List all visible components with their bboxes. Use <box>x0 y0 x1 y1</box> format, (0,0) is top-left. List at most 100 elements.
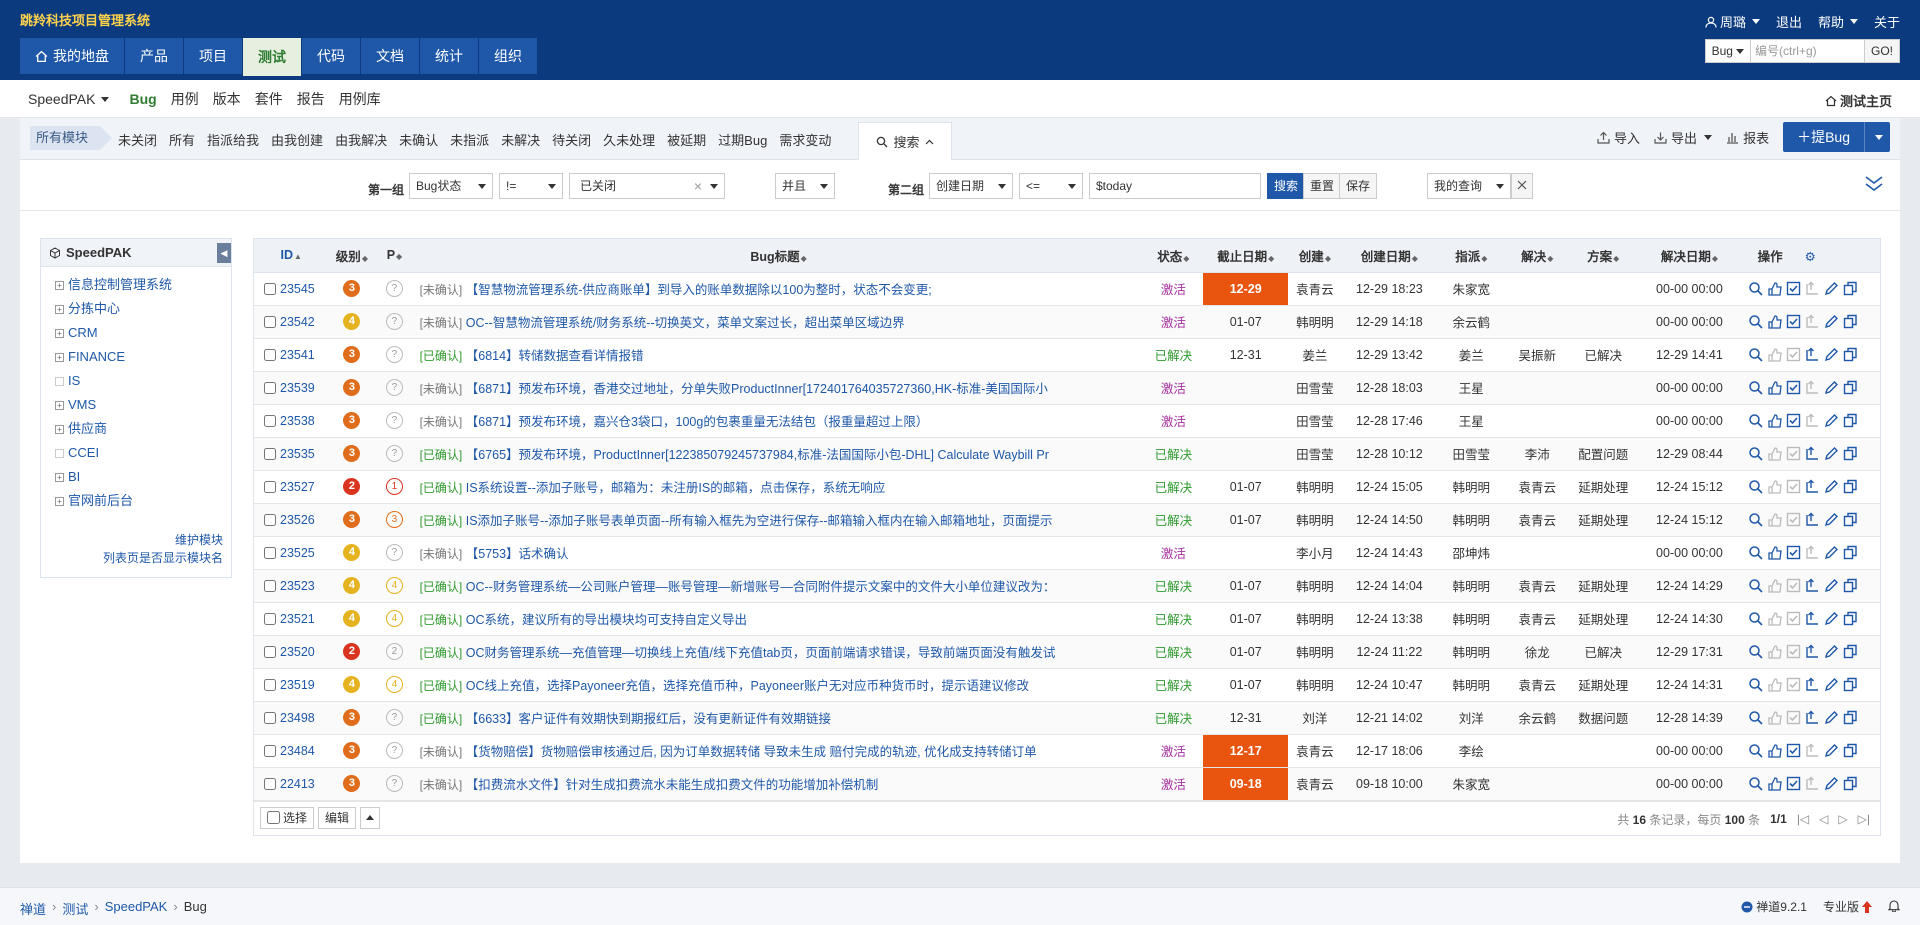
table-row[interactable]: 23520 2 2 [已确认] OC财务管理系统—充值管理—切换线上充值/线下充值ta… <box>254 635 1880 669</box>
reset-button[interactable]: 重置 <box>1303 173 1342 199</box>
row-checkbox[interactable] <box>264 382 276 395</box>
tree-item[interactable]: + BI <box>41 465 231 489</box>
filter-tab-5[interactable]: 未确认 <box>399 130 438 149</box>
breadcrumb-item[interactable]: SpeedPAK <box>105 899 168 918</box>
nav-tab-3[interactable]: 测试 <box>243 38 301 76</box>
copy-button[interactable] <box>1843 545 1858 560</box>
column-header-0[interactable]: ID▲ <box>254 239 329 273</box>
bug-id-link[interactable]: 23535 <box>280 447 315 461</box>
close-bug-button[interactable] <box>1805 281 1820 296</box>
edit-button[interactable] <box>1824 611 1839 626</box>
edit-button[interactable] <box>1824 446 1839 461</box>
search-button[interactable] <box>1748 380 1763 395</box>
search-button[interactable] <box>1748 545 1763 560</box>
pager-per[interactable]: 100 <box>1725 813 1745 827</box>
group1-field-select[interactable]: Bug状态 <box>409 173 493 199</box>
first-page-button[interactable]: |◁ <box>1797 812 1809 826</box>
expand-icon[interactable]: + <box>55 304 64 314</box>
search-button[interactable] <box>1748 578 1763 593</box>
expand-icon[interactable]: + <box>55 472 64 482</box>
bug-id-link[interactable]: 23527 <box>280 480 315 494</box>
row-checkbox[interactable] <box>264 712 276 725</box>
bug-id-link[interactable]: 23521 <box>280 612 315 626</box>
nav-tab-0[interactable]: 我的地盘 <box>20 38 124 74</box>
copy-button[interactable] <box>1843 446 1858 461</box>
resolve-button[interactable] <box>1786 578 1801 593</box>
nav-tab-2[interactable]: 项目 <box>184 38 242 74</box>
copy-button[interactable] <box>1843 611 1858 626</box>
table-row[interactable]: 23545 3? [未确认] 【智慧物流管理系统-供应商账单】到导入的账单数据除以1… <box>254 272 1880 306</box>
row-checkbox[interactable] <box>264 283 276 296</box>
export-button[interactable]: 导出 <box>1654 128 1713 147</box>
tree-item[interactable]: IS <box>41 369 231 393</box>
row-checkbox[interactable] <box>264 349 276 362</box>
bug-title-link[interactable]: OC线上充值，选择Payoneer充值，选择充值币种，Payoneer账户无对应… <box>466 679 1029 693</box>
confirm-button[interactable] <box>1767 776 1782 791</box>
resolve-button[interactable] <box>1786 743 1801 758</box>
confirm-button[interactable] <box>1767 677 1782 692</box>
edition-link[interactable]: 专业版 <box>1823 898 1872 915</box>
brand-name[interactable]: 跳羚科技项目管理系统 <box>20 10 150 29</box>
copy-button[interactable] <box>1843 380 1858 395</box>
notification-button[interactable] <box>1887 899 1901 915</box>
filter-tab-0[interactable]: 未关闭 <box>118 130 157 149</box>
select-all-checkbox[interactable] <box>267 811 280 824</box>
column-header-11[interactable]: 解决日期◆ <box>1637 239 1742 273</box>
test-home-link[interactable]: 测试主页 <box>1825 91 1892 110</box>
confirm-button[interactable] <box>1767 314 1782 329</box>
filter-tab-12[interactable]: 需求变动 <box>779 130 831 149</box>
bug-id-link[interactable]: 23541 <box>280 348 315 362</box>
assigned-cell[interactable]: 韩明明 <box>1437 668 1506 702</box>
bug-id-link[interactable]: 23498 <box>280 711 315 725</box>
copy-button[interactable] <box>1843 710 1858 725</box>
resolve-button[interactable] <box>1786 380 1801 395</box>
confirm-button[interactable] <box>1767 479 1782 494</box>
resolve-button[interactable] <box>1786 446 1801 461</box>
go-button[interactable]: GO! <box>1864 39 1900 63</box>
close-bug-button[interactable] <box>1805 710 1820 725</box>
edit-button[interactable] <box>1824 677 1839 692</box>
column-header-5[interactable]: 截止日期◆ <box>1203 239 1289 273</box>
filter-tab-10[interactable]: 被延期 <box>667 130 706 149</box>
search-button[interactable] <box>1748 347 1763 362</box>
edit-button[interactable] <box>1824 512 1839 527</box>
resolve-button[interactable] <box>1786 611 1801 626</box>
tree-item[interactable]: + 信息控制管理系统 <box>41 273 231 297</box>
column-header-2[interactable]: P◆ <box>375 239 414 273</box>
assigned-cell[interactable]: 韩明明 <box>1437 470 1506 504</box>
close-bug-button[interactable] <box>1805 611 1820 626</box>
resolve-button[interactable] <box>1786 710 1801 725</box>
column-header-7[interactable]: 创建日期◆ <box>1341 239 1438 273</box>
close-query-button[interactable] <box>1511 173 1533 199</box>
copy-button[interactable] <box>1843 347 1858 362</box>
row-checkbox[interactable] <box>264 613 276 626</box>
filter-tab-11[interactable]: 过期Bug <box>718 130 767 149</box>
resolve-button[interactable] <box>1786 644 1801 659</box>
bug-title-link[interactable]: 【6871】预发布环境，嘉兴仓3袋口，100g的包裹重量无法结包（报重量超过上限… <box>466 415 929 429</box>
assigned-cell[interactable]: 邵坤炜 <box>1437 536 1506 570</box>
search-button[interactable] <box>1748 314 1763 329</box>
bug-title-link[interactable]: 【扣费流水文件】针对生成扣费流水未能生成扣费文件的功能增加补偿机制 <box>466 778 879 792</box>
resolve-button[interactable] <box>1786 776 1801 791</box>
search-button[interactable] <box>1748 446 1763 461</box>
table-row[interactable]: 23525 4? [未确认] 【5753】话术确认 激活 李小月 12-24 14:43 邵… <box>254 536 1880 570</box>
assigned-cell[interactable]: 刘洋 <box>1437 701 1506 735</box>
group1-value-select[interactable]: 已关闭 × <box>569 173 725 199</box>
column-header-8[interactable]: 指派◆ <box>1437 239 1506 273</box>
bug-id-link[interactable]: 23539 <box>280 381 315 395</box>
tree-item[interactable]: + FINANCE <box>41 345 231 369</box>
close-bug-button[interactable] <box>1805 347 1820 362</box>
resolve-button[interactable] <box>1786 281 1801 296</box>
row-checkbox[interactable] <box>264 547 276 560</box>
resolve-button[interactable] <box>1786 479 1801 494</box>
group1-operator-select[interactable]: != <box>499 173 563 199</box>
import-button[interactable]: 导入 <box>1597 128 1640 147</box>
expand-icon[interactable]: + <box>55 328 64 338</box>
filter-tab-9[interactable]: 久未处理 <box>603 130 655 149</box>
search-toggle[interactable]: 搜索 <box>858 122 952 160</box>
edit-button[interactable] <box>1824 578 1839 593</box>
nav-tab-4[interactable]: 代码 <box>302 38 360 74</box>
bug-title-link[interactable]: OC--财务管理系统—公司账户管理—账号管理—新增账号—合同附件提示文案中的文件… <box>466 580 1056 594</box>
table-row[interactable]: 23538 3? [未确认] 【6871】预发布环境，嘉兴仓3袋口，100g的包裹重… <box>254 404 1880 438</box>
batch-more-button[interactable] <box>360 806 381 829</box>
